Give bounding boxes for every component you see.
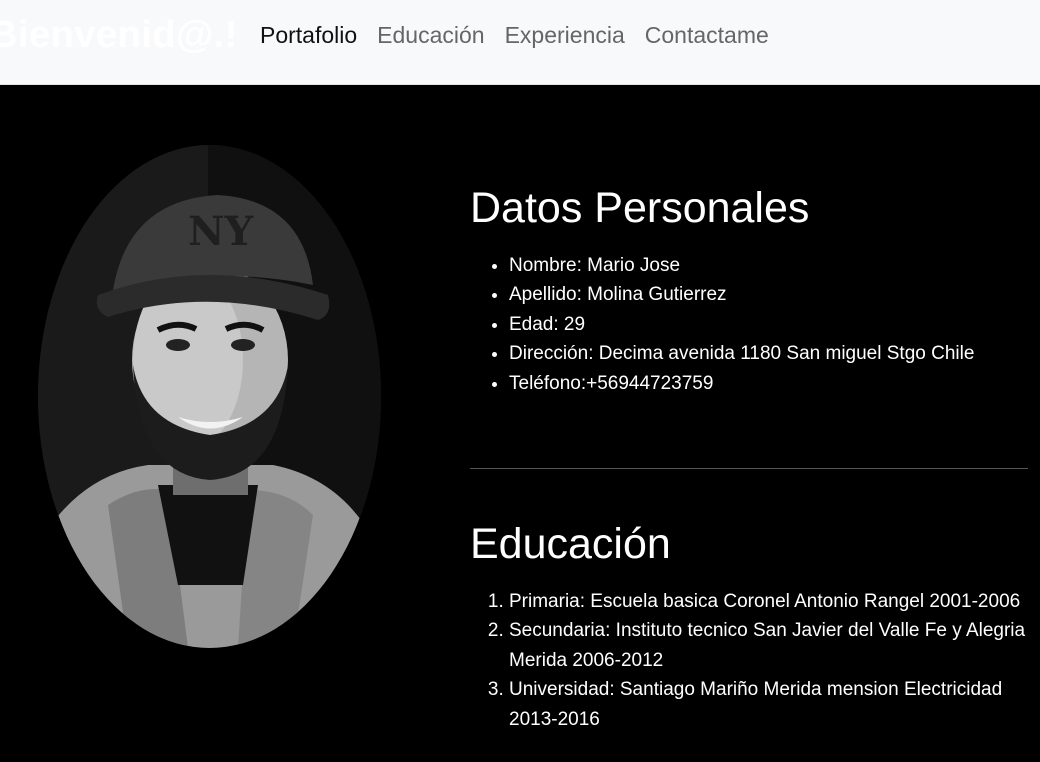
nav-link-educacion[interactable]: Educación xyxy=(377,22,484,49)
education-list: Primaria: Escuela basica Coronel Antonio… xyxy=(470,587,1030,735)
section-divider xyxy=(470,468,1028,470)
list-item: Primaria: Escuela basica Coronel Antonio… xyxy=(509,587,1030,617)
content-column: Datos Personales Nombre: Mario Jose Apel… xyxy=(470,183,1030,734)
list-item: Edad: 29 xyxy=(509,310,1030,340)
list-item: Secundaria: Instituto tecnico San Javier… xyxy=(509,616,1030,675)
navbar: Bienvenid@.! Portafolio Educación Experi… xyxy=(0,0,1040,85)
education-title: Educación xyxy=(470,520,671,569)
main-content: NY Datos Personales Nombre: Mario Jose A… xyxy=(0,85,1040,762)
nav-link-portafolio[interactable]: Portafolio xyxy=(260,22,357,49)
nav-link-experiencia[interactable]: Experiencia xyxy=(505,22,625,49)
list-item: Teléfono:+56944723759 xyxy=(509,369,1030,399)
nav-links: Portafolio Educación Experiencia Contact… xyxy=(260,22,769,49)
nav-link-contactame[interactable]: Contactame xyxy=(645,22,769,49)
list-item: Dirección: Decima avenida 1180 San migue… xyxy=(509,339,1030,369)
list-item: Apellido: Molina Gutierrez xyxy=(509,280,1030,310)
personal-data-list: Nombre: Mario Jose Apellido: Molina Guti… xyxy=(470,251,1030,399)
personal-data-title: Datos Personales xyxy=(470,184,810,232)
profile-photo: NY xyxy=(38,145,381,648)
list-item: Universidad: Santiago Mariño Merida mens… xyxy=(509,675,1030,734)
navbar-brand[interactable]: Bienvenid@.! xyxy=(0,14,238,57)
svg-text:NY: NY xyxy=(188,208,254,255)
list-item: Nombre: Mario Jose xyxy=(509,251,1030,281)
